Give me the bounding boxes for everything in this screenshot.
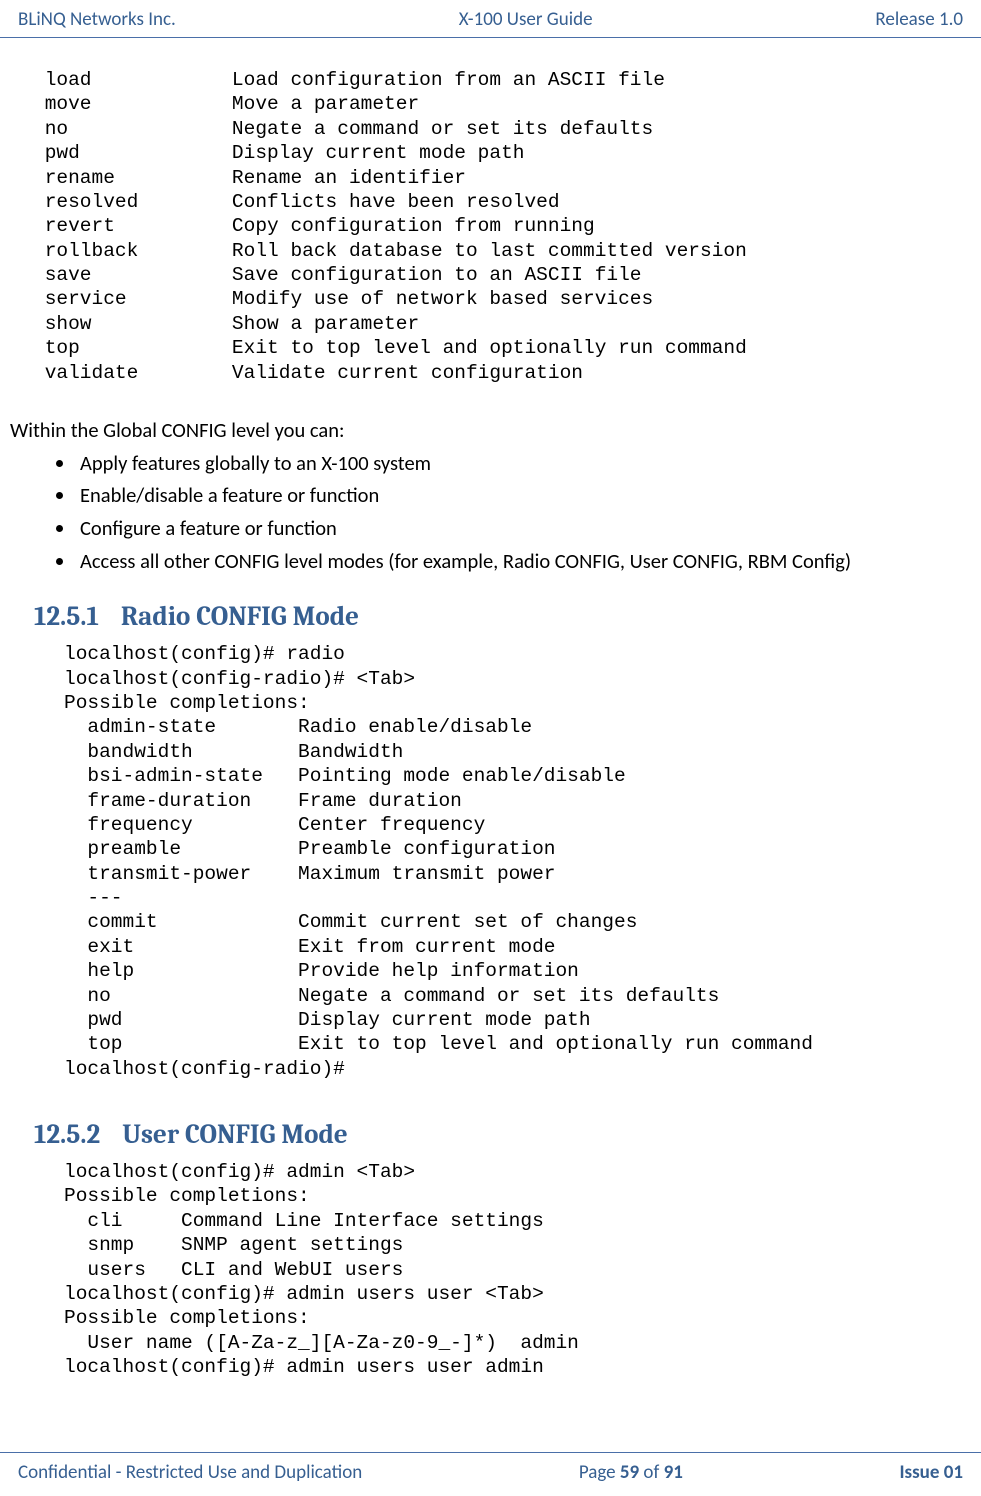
footer-left: Confidential - Restricted Use and Duplic… xyxy=(18,1461,362,1484)
page-footer: Confidential - Restricted Use and Duplic… xyxy=(0,1452,981,1484)
header-left: BLiNQ Networks Inc. xyxy=(18,8,176,31)
header-center: X-100 User Guide xyxy=(176,8,876,31)
section-number: 12.5.1 xyxy=(34,601,99,632)
config-commands-block: load Load configuration from an ASCII fi… xyxy=(33,68,971,385)
list-item: Configure a feature or function xyxy=(76,514,971,543)
footer-page-prefix: Page xyxy=(579,1461,620,1484)
global-config-intro: Within the Global CONFIG level you can: xyxy=(10,417,971,445)
section-number: 12.5.2 xyxy=(34,1119,100,1150)
header-right: Release 1.0 xyxy=(875,8,963,31)
section-title: User CONFIG Mode xyxy=(122,1119,347,1150)
list-item: Apply features globally to an X-100 syst… xyxy=(76,449,971,478)
list-item: Enable/disable a feature or function xyxy=(76,481,971,510)
section-title: Radio CONFIG Mode xyxy=(121,601,359,632)
global-config-list: Apply features globally to an X-100 syst… xyxy=(10,449,971,576)
user-config-block: localhost(config)# admin <Tab> Possible … xyxy=(64,1160,971,1379)
list-item: Access all other CONFIG level modes (for… xyxy=(76,547,971,576)
footer-page-current: 59 xyxy=(620,1461,639,1484)
footer-page-total: 91 xyxy=(664,1461,683,1484)
section-heading-radio-config: 12.5.1 Radio CONFIG Mode xyxy=(34,601,971,632)
section-heading-user-config: 12.5.2 User CONFIG Mode xyxy=(34,1119,971,1150)
radio-config-block: localhost(config)# radio localhost(confi… xyxy=(64,642,971,1081)
footer-page-of: of xyxy=(639,1461,663,1484)
page-content: load Load configuration from an ASCII fi… xyxy=(0,38,981,1379)
footer-right: Issue 01 xyxy=(899,1461,963,1484)
page-header: BLiNQ Networks Inc. X-100 User Guide Rel… xyxy=(0,0,981,38)
footer-center: Page 59 of 91 xyxy=(362,1461,899,1484)
